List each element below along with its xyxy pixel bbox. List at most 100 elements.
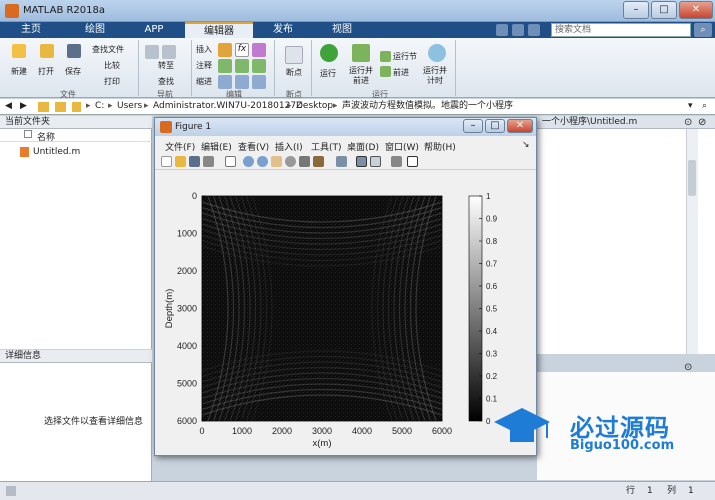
menu-dock-icon[interactable]: ↘ [522, 140, 530, 150]
figure-maximize-button[interactable]: □ [485, 119, 505, 133]
address-bar: ◀ ▶ C: Users Administrator.WIN7U-2018012… [0, 99, 715, 115]
link-plot-icon[interactable] [336, 156, 347, 167]
menu-edit[interactable]: 编辑(E) [201, 140, 232, 153]
save-figure-icon[interactable] [189, 156, 200, 167]
indent-button[interactable]: 缩进 [196, 76, 212, 87]
advance-button[interactable]: 前进 [393, 67, 409, 78]
close-button[interactable]: ✕ [679, 1, 713, 19]
insert-icon[interactable] [252, 43, 266, 57]
hide-plot-tools-icon[interactable] [391, 156, 402, 167]
tab-editor[interactable]: 编辑器 [185, 22, 253, 38]
pointer-icon[interactable] [225, 156, 236, 167]
smart-indent-icon[interactable] [235, 75, 249, 89]
open-button[interactable]: 打开 [38, 66, 54, 77]
editor-tab[interactable]: 一个小程序\Untitled.m [542, 117, 637, 127]
comment-button[interactable]: 注释 [196, 60, 212, 71]
open-file-icon[interactable] [175, 156, 186, 167]
figure-minimize-button[interactable]: – [463, 119, 483, 133]
colorbar-tick-label: 0.7 [486, 260, 498, 269]
run-button[interactable]: 运行 [320, 68, 336, 79]
figure-close-button[interactable]: ✕ [507, 119, 533, 133]
comment-icon[interactable] [218, 59, 232, 73]
save-button[interactable]: 保存 [65, 66, 81, 77]
help-icon[interactable] [528, 24, 540, 36]
run-icon [320, 44, 338, 62]
run-advance-button[interactable]: 运行并 前进 [349, 66, 373, 86]
undo-icon[interactable] [512, 24, 524, 36]
menu-help[interactable]: 帮助(H) [424, 140, 456, 153]
panel-options-icon[interactable]: ⊙ [684, 117, 692, 128]
details-header: 详细信息 [0, 350, 152, 363]
data-cursor-icon[interactable] [299, 156, 310, 167]
forward-arrow-icon[interactable]: ▶ [20, 99, 27, 114]
tab-plots[interactable]: 绘图 [70, 22, 120, 38]
path-separator: ▸ [144, 101, 149, 111]
tab-apps[interactable]: APP [128, 22, 180, 38]
wrap-icon[interactable] [252, 59, 266, 73]
menu-file[interactable]: 文件(F) [165, 140, 195, 153]
path-segment[interactable]: Administrator.WIN7U-20180127Z [153, 99, 302, 114]
compare-button[interactable]: 比较 [104, 60, 120, 71]
path-segment[interactable]: 声波波动方程数值模拟。地震的一个小程序 [342, 99, 513, 114]
menu-window[interactable]: 窗口(W) [385, 140, 419, 153]
details-panel: 选择文件以查看详细信息 [0, 363, 152, 481]
search-icon[interactable]: ⌕ [694, 23, 712, 37]
fx-icon[interactable]: fx [235, 43, 249, 57]
tab-publish[interactable]: 发布 [258, 22, 308, 38]
search-input[interactable]: 搜索文档 [551, 23, 691, 37]
brush-icon[interactable] [313, 156, 324, 167]
path-segment[interactable]: Desktop [296, 99, 333, 114]
zoom-out-icon[interactable] [257, 156, 268, 167]
new-button[interactable]: 新建 [11, 66, 27, 77]
search-folder-icon[interactable]: ⌕ [702, 99, 707, 114]
go-to-button[interactable]: 转至 [158, 60, 174, 71]
find-button[interactable]: 查找 [158, 76, 174, 87]
new-figure-icon[interactable] [161, 156, 172, 167]
run-section-button[interactable]: 运行节 [393, 51, 417, 62]
breakpoints-button[interactable]: 断点 [286, 67, 302, 78]
show-plot-tools-icon[interactable] [407, 156, 418, 167]
editor-scroll-thumb[interactable] [688, 160, 696, 196]
menu-tools[interactable]: 工具(T) [311, 140, 342, 153]
path-segment[interactable]: C: [95, 99, 104, 114]
run-section-icon [380, 51, 391, 62]
browse-folder-icon[interactable] [55, 102, 66, 112]
select-all-checkbox[interactable] [24, 130, 32, 138]
tab-home[interactable]: 主页 [8, 22, 54, 38]
legend-icon[interactable] [370, 156, 381, 167]
maximize-button[interactable]: □ [651, 1, 677, 19]
percent-icon[interactable] [235, 59, 249, 73]
advance-icon [380, 66, 391, 77]
file-item-untitled[interactable]: Untitled.m [33, 147, 80, 157]
column-header-name[interactable]: 名称 [37, 130, 55, 143]
forward-icon[interactable] [162, 45, 176, 59]
path-segment[interactable]: Users [117, 99, 142, 114]
menu-desktop[interactable]: 桌面(D) [347, 140, 379, 153]
back-icon[interactable] [145, 45, 159, 59]
find-files-button[interactable]: 查找文件 [92, 44, 124, 55]
pan-icon[interactable] [271, 156, 282, 167]
minimize-button[interactable]: – [623, 1, 649, 19]
save-quick-icon[interactable] [496, 24, 508, 36]
insert-button[interactable]: 插入 [196, 44, 212, 55]
zoom-in-icon[interactable] [243, 156, 254, 167]
address-dropdown-icon[interactable]: ▾ [688, 99, 693, 114]
figure-plot-area[interactable]: 0 1000 2000 3000 4000 5000 6000010002000300040… [155, 172, 536, 455]
tab-view[interactable]: 视图 [316, 22, 368, 38]
colorbar-icon[interactable] [356, 156, 367, 167]
back-arrow-icon[interactable]: ◀ [5, 99, 12, 114]
save-icon [67, 44, 81, 58]
menu-view[interactable]: 查看(V) [238, 140, 269, 153]
indent-icon[interactable] [218, 75, 232, 89]
title-bar: MATLAB R2018a – □ ✕ [0, 0, 715, 22]
menu-insert[interactable]: 插入(I) [275, 140, 303, 153]
panel-expand-icon[interactable]: ⊘ [698, 117, 706, 128]
run-and-time-button[interactable]: 运行并 计时 [423, 66, 447, 86]
up-folder-icon[interactable] [38, 102, 49, 112]
outdent-icon[interactable] [252, 75, 266, 89]
rotate-icon[interactable] [285, 156, 296, 167]
insert-section-icon[interactable] [218, 43, 232, 57]
print-figure-icon[interactable] [203, 156, 214, 167]
print-button[interactable]: 打印 [104, 76, 120, 87]
colorbar-tick-label: 0.9 [486, 215, 498, 224]
